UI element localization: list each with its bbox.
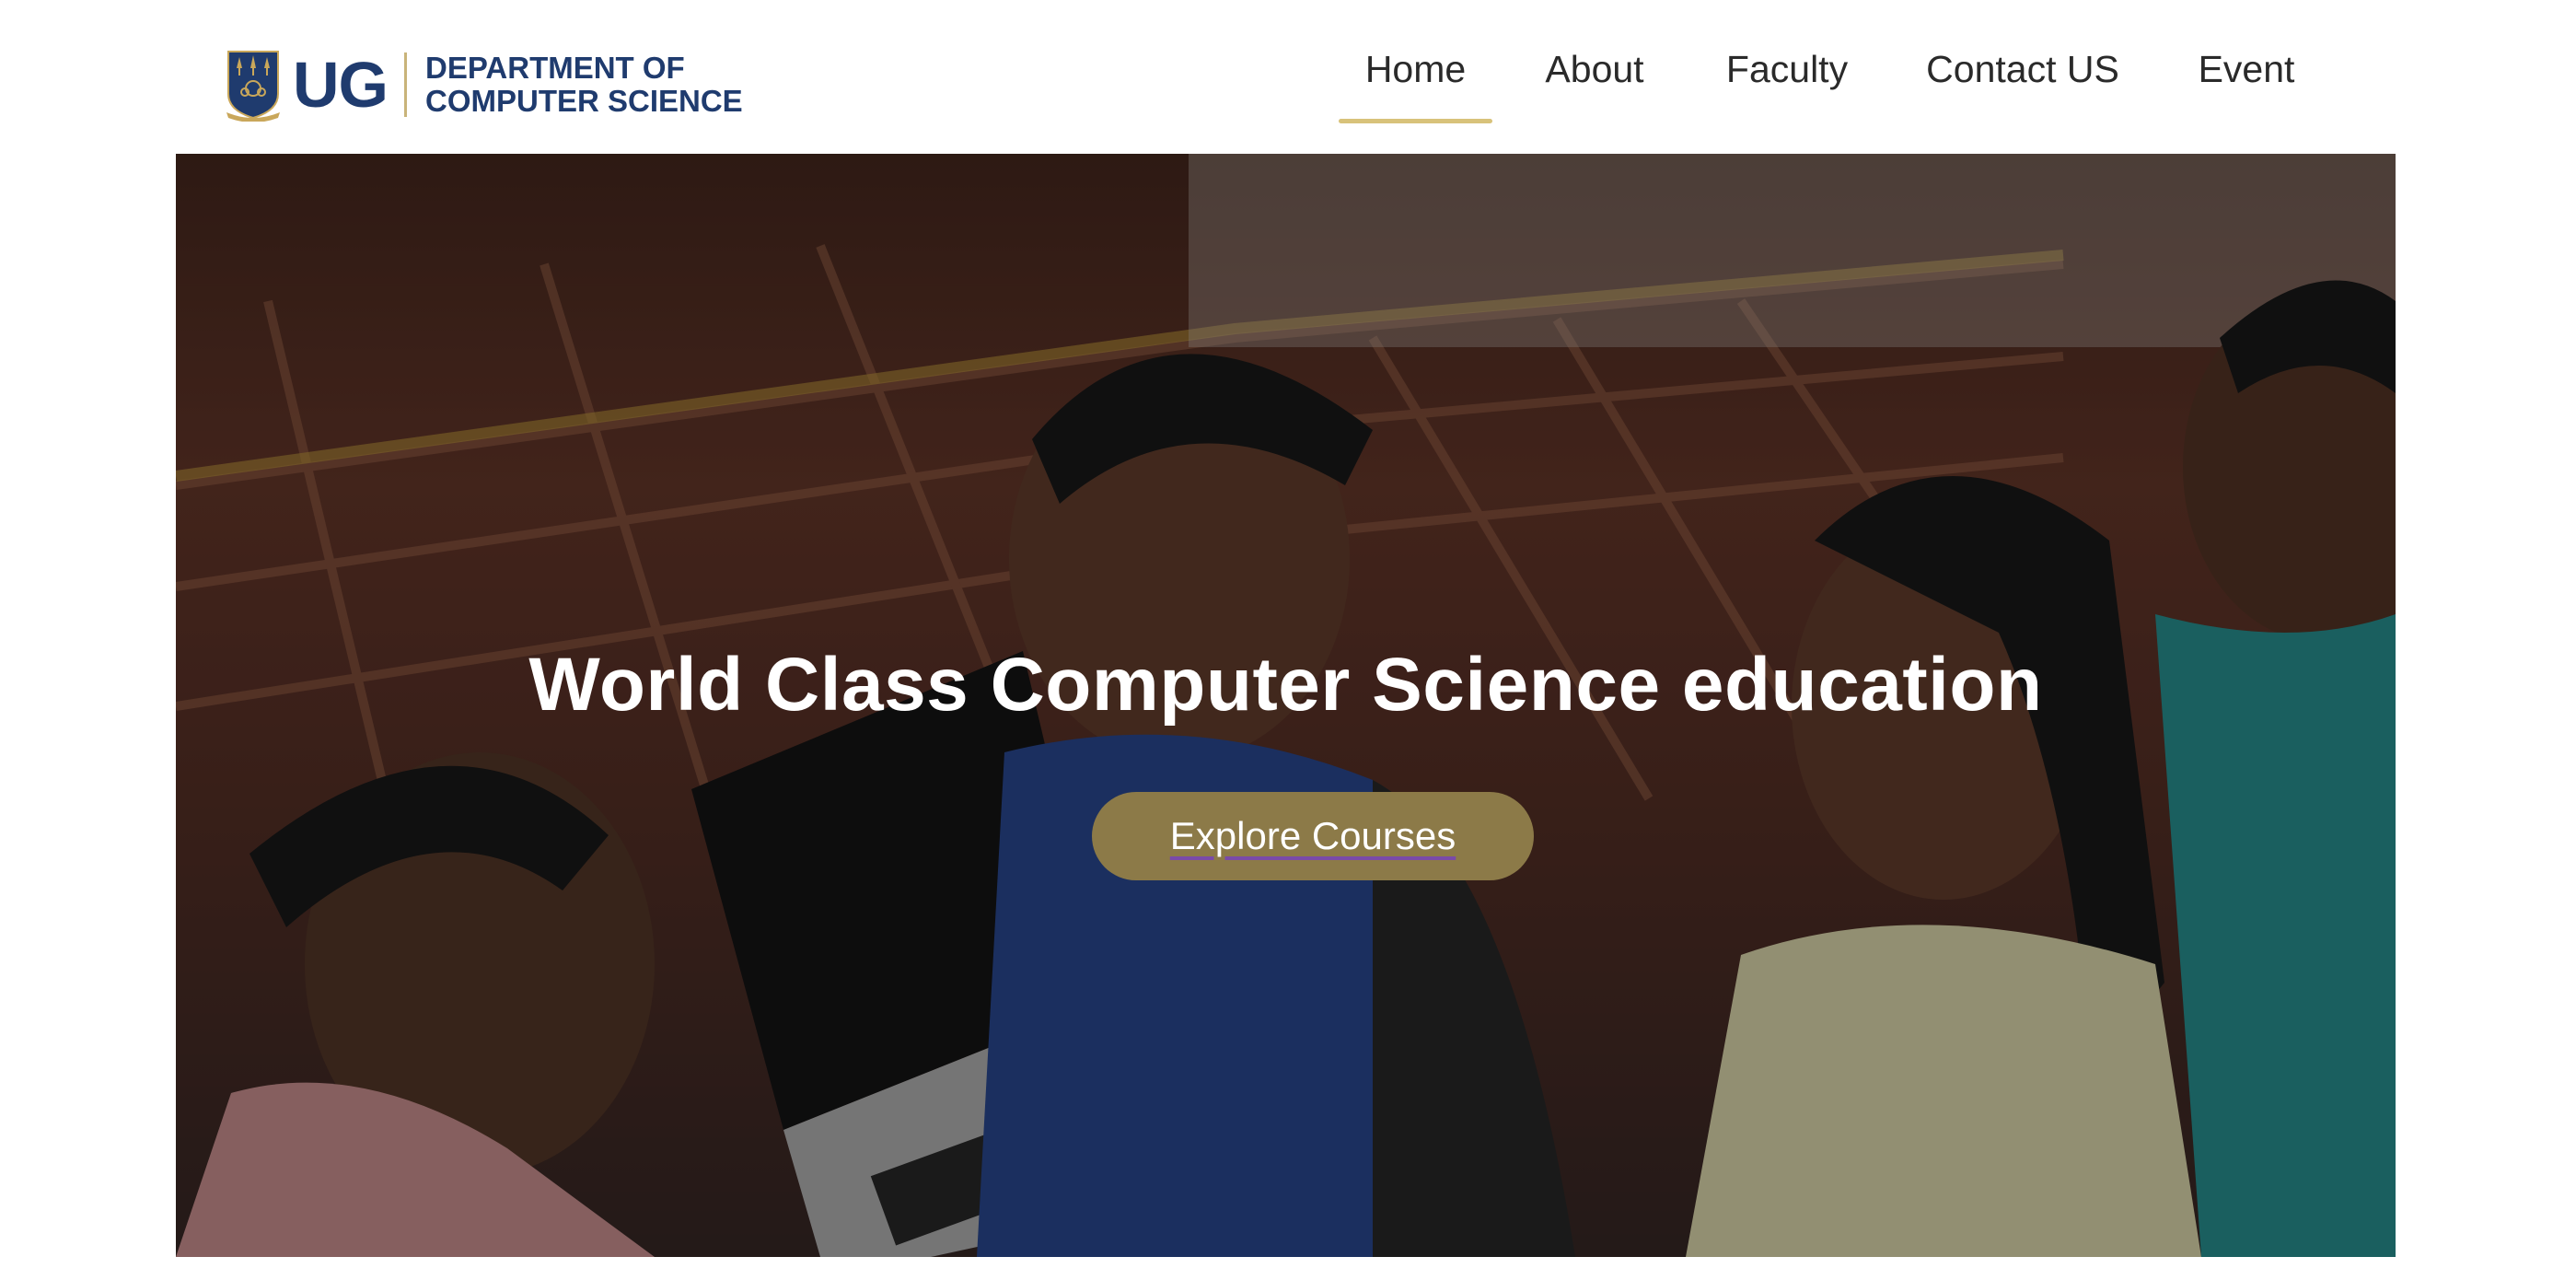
logo-divider [404, 52, 407, 117]
nav-about-label: About [1545, 48, 1644, 90]
nav-item-contact[interactable]: Contact US [1917, 35, 2129, 127]
nav-event-label: Event [2198, 48, 2295, 90]
nav-home-label: Home [1364, 48, 1467, 90]
nav-item-about[interactable]: About [1526, 35, 1664, 127]
nav-item-event[interactable]: Event [2187, 35, 2306, 127]
department-name: DEPARTMENT OF COMPUTER SCIENCE [425, 52, 743, 118]
university-crest-icon [226, 51, 280, 122]
department-name-line2: COMPUTER SCIENCE [425, 84, 743, 118]
department-name-line1: DEPARTMENT OF [425, 51, 685, 85]
nav-contact-label: Contact US [1926, 48, 2119, 90]
hero-banner: World Class Computer Science education E… [176, 154, 2396, 1257]
explore-courses-button[interactable]: Explore Courses [1092, 792, 1534, 880]
logo-short-name: UG [293, 49, 389, 121]
explore-courses-label: Explore Courses [1169, 814, 1456, 857]
active-nav-indicator [1339, 119, 1492, 123]
hero-title: World Class Computer Science education [528, 643, 2043, 727]
site-logo[interactable]: UG DEPARTMENT OF COMPUTER SCIENCE [225, 48, 743, 122]
nav-item-home[interactable]: Home [1339, 35, 1492, 127]
nav-item-faculty[interactable]: Faculty [1718, 35, 1856, 127]
site-header: UG DEPARTMENT OF COMPUTER SCIENCE Home A… [0, 0, 2576, 153]
nav-faculty-label: Faculty [1725, 48, 1849, 90]
